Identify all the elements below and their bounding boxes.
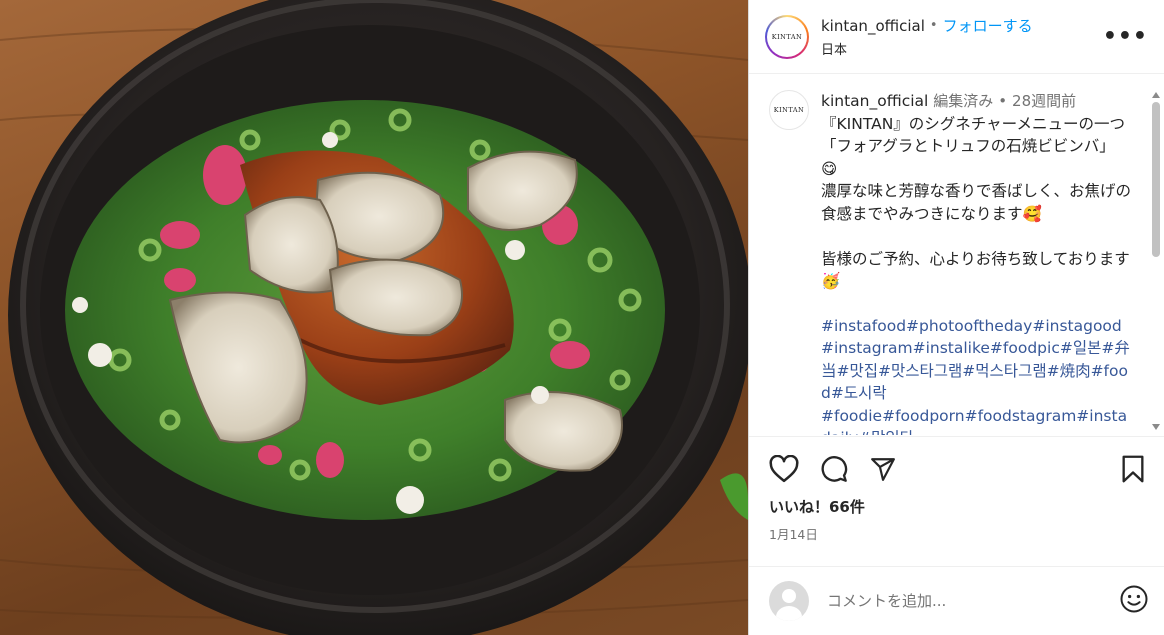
separator-dot: • — [929, 18, 938, 33]
post-photo — [0, 0, 748, 635]
caption-avatar[interactable]: KINTAN — [769, 90, 809, 130]
post-caption: KINTAN kintan_official 編集済み • 28週間前 『KIN… — [769, 90, 1139, 435]
comment-icon[interactable] — [819, 455, 849, 483]
likes-count[interactable]: いいね！66件 — [749, 483, 1164, 517]
heart-icon[interactable] — [769, 455, 799, 483]
kintan-logo: KINTAN — [773, 106, 805, 114]
paper-plane-icon[interactable] — [869, 456, 897, 482]
scrollbar[interactable] — [1152, 92, 1160, 430]
comments-scroll-area[interactable]: KINTAN kintan_official 編集済み • 28週間前 『KIN… — [749, 74, 1164, 435]
scroll-thumb[interactable] — [1152, 102, 1160, 257]
post-date[interactable]: 1月14日 — [749, 517, 1164, 543]
bibimbap-image — [0, 0, 748, 635]
story-ring-avatar[interactable]: KINTAN — [765, 14, 809, 59]
caption-hashtags[interactable]: #instafood#photooftheday#instagood#insta… — [821, 315, 1131, 436]
more-options-icon[interactable]: ••• — [1103, 24, 1148, 49]
location-link[interactable]: 日本 — [821, 39, 1103, 58]
bookmark-icon[interactable] — [1121, 455, 1145, 483]
smiley-icon[interactable] — [1119, 584, 1149, 618]
avatar: KINTAN — [767, 16, 807, 57]
follow-button[interactable]: フォローする — [943, 15, 1033, 36]
caption-text: 『KINTAN』のシグネチャーメニューの一つ「フォアグラとトリュフの石焼ビビンバ… — [821, 114, 1132, 291]
header-username[interactable]: kintan_official — [821, 17, 925, 35]
caption-username[interactable]: kintan_official — [821, 92, 928, 110]
scroll-up-arrow[interactable] — [1152, 92, 1160, 98]
separator-dot: • — [998, 92, 1008, 110]
edited-label: 編集済み — [933, 92, 994, 110]
time-ago[interactable]: 28週間前 — [1012, 92, 1076, 110]
kintan-logo: KINTAN — [771, 32, 803, 41]
post-actions: いいね！66件 1月14日 — [749, 436, 1164, 543]
post-header: KINTAN kintan_official • フォローする 日本 ••• — [749, 0, 1164, 74]
add-comment-bar — [749, 566, 1164, 635]
current-user-avatar — [769, 581, 809, 621]
scroll-down-arrow[interactable] — [1152, 424, 1160, 430]
post-modal: KINTAN kintan_official • フォローする 日本 ••• K… — [0, 0, 1164, 635]
comment-input[interactable] — [825, 591, 1119, 611]
post-side-panel: KINTAN kintan_official • フォローする 日本 ••• K… — [748, 0, 1164, 635]
